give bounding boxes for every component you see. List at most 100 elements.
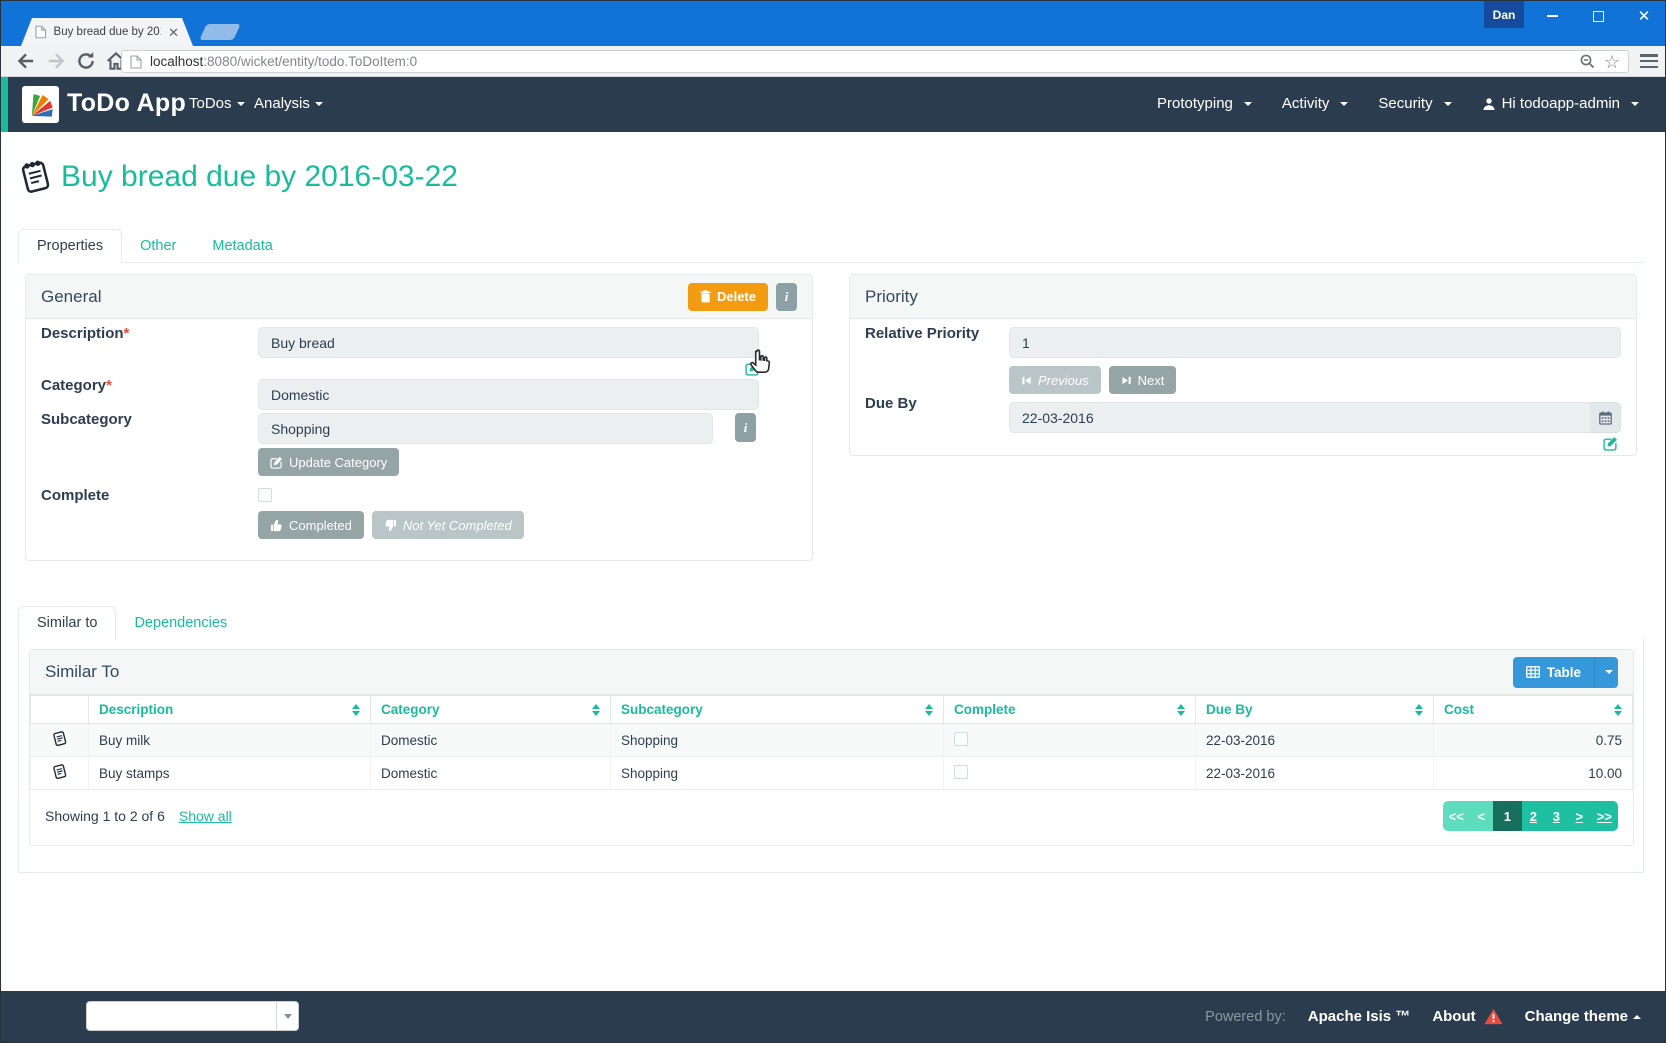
menu-user[interactable]: Hi todoapp-admin [1482,95,1639,112]
description-field[interactable]: Buy bread [258,327,759,358]
apache-isis-link[interactable]: Apache Isis ™ [1308,1008,1411,1025]
browser-menu-icon[interactable] [1640,54,1658,71]
browser-toolbar: localhost:8080/wicket/entity/todo.ToDoIt… [1,46,1665,77]
table-footer: Showing 1 to 2 of 6 Show all << < 1 2 3 … [30,801,1633,831]
menu-activity[interactable]: Activity [1282,95,1349,112]
column-due-by[interactable]: Due By [1196,696,1434,724]
row-complete-checkbox[interactable] [954,765,968,779]
window-minimize-button[interactable] [1535,1,1569,31]
tab-properties[interactable]: Properties [18,229,122,263]
fan-logo-icon [26,90,56,120]
back-icon[interactable] [15,50,37,72]
tab-title: Buy bread due by 2016-03-22 [54,26,162,38]
forward-icon[interactable] [45,50,67,72]
change-theme-link[interactable]: Change theme [1525,1008,1641,1025]
tab-similar-to[interactable]: Similar to [18,606,116,640]
complete-checkbox[interactable] [258,488,272,502]
page-first[interactable]: << [1443,801,1470,831]
page-3[interactable]: 3 [1545,801,1568,831]
category-field[interactable]: Domestic [258,379,759,410]
footer-select[interactable] [86,1001,299,1031]
row-complete-checkbox[interactable] [954,732,968,746]
page-last[interactable]: >> [1591,801,1618,831]
page-prev[interactable]: < [1470,801,1493,831]
url-bar[interactable]: localhost:8080/wicket/entity/todo.ToDoIt… [121,50,1629,73]
calendar-addon[interactable] [1591,402,1621,433]
menu-prototyping[interactable]: Prototyping [1157,95,1252,112]
tab-close-icon[interactable]: ✕ [168,26,179,39]
browser-tab[interactable]: Buy bread due by 2016-03-22 ✕ [21,18,193,46]
app-footer: Powered by: Apache Isis ™ About Change t… [1,991,1665,1042]
powered-by-label: Powered by: [1205,1009,1286,1025]
general-panel-header: General Delete i [26,275,812,319]
chevron-down-icon [1444,102,1452,106]
sort-icon[interactable] [1614,704,1622,716]
bookmark-star-icon[interactable]: ☆ [1604,53,1620,71]
menu-security[interactable]: Security [1378,95,1451,112]
table-view-button[interactable]: Table [1513,657,1618,688]
tab-metadata[interactable]: Metadata [194,230,290,262]
sort-icon[interactable] [1415,704,1423,716]
reload-icon[interactable] [75,50,97,72]
edit-icon [270,456,283,469]
window-close-button[interactable]: ✕ [1627,1,1661,31]
due-by-label: Due By [865,395,917,412]
todo-item-icon [19,159,51,195]
column-description[interactable]: Description [89,696,371,724]
navbar-accent-stripe [1,77,8,132]
similar-to-panel: Similar To Table Description Category [29,649,1634,846]
subcategory-more-button[interactable]: i [735,413,756,442]
due-by-field[interactable]: 22-03-2016 [1009,402,1591,433]
cell-due-by: 22-03-2016 [1196,724,1434,757]
column-subcategory[interactable]: Subcategory [611,696,944,724]
cell-subcategory: Shopping [611,757,944,790]
due-by-group: 22-03-2016 [1009,402,1621,433]
menu-analysis[interactable]: Analysis [254,95,323,112]
delete-button[interactable]: Delete [688,283,768,311]
about-link[interactable]: About [1432,1008,1502,1025]
subcategory-field[interactable]: Shopping [258,413,713,444]
warning-icon [1484,1008,1503,1025]
trash-icon [700,290,711,303]
sort-icon[interactable] [352,704,360,716]
tab-other[interactable]: Other [122,230,194,262]
app-brand[interactable]: ToDo App [67,89,186,118]
next-button[interactable]: Next [1109,366,1177,394]
table-view-dropdown[interactable] [1594,657,1618,688]
sort-icon[interactable] [592,704,600,716]
page-next[interactable]: > [1568,801,1591,831]
column-cost[interactable]: Cost [1434,696,1633,724]
page-1[interactable]: 1 [1493,801,1522,831]
previous-button[interactable]: Previous [1009,366,1101,394]
chevron-down-icon [315,102,323,106]
app-logo[interactable] [22,86,59,123]
sort-icon[interactable] [925,704,933,716]
select-dropdown-icon[interactable] [276,1002,298,1030]
table-row[interactable]: Buy milk Domestic Shopping 22-03-2016 0.… [31,724,1633,757]
menu-todos[interactable]: ToDos [189,95,245,112]
general-more-button[interactable]: i [776,283,797,311]
window-maximize-button[interactable] [1581,1,1615,31]
update-category-button[interactable]: Update Category [258,448,399,476]
relative-priority-field[interactable]: 1 [1009,327,1621,358]
cell-description[interactable]: Buy stamps [89,757,371,790]
cell-category: Domestic [371,757,611,790]
table-row[interactable]: Buy stamps Domestic Shopping 22-03-2016 … [31,757,1633,790]
browser-window: Buy bread due by 2016-03-22 ✕ Dan ✕ loca… [0,0,1666,1043]
new-tab-button[interactable] [199,24,240,40]
zoom-out-icon[interactable] [1579,53,1596,70]
browser-profile-badge[interactable]: Dan [1484,1,1524,28]
show-all-link[interactable]: Show all [179,808,232,824]
chevron-down-icon [1605,670,1613,674]
tab-dependencies[interactable]: Dependencies [116,607,245,639]
sort-icon[interactable] [1177,704,1185,716]
page-icon [130,55,142,69]
cell-description[interactable]: Buy milk [89,724,371,757]
not-yet-completed-button[interactable]: Not Yet Completed [372,511,524,539]
page-2[interactable]: 2 [1522,801,1545,831]
column-complete[interactable]: Complete [944,696,1196,724]
completed-button[interactable]: Completed [258,511,364,539]
column-category[interactable]: Category [371,696,611,724]
due-by-edit-icon[interactable] [1603,436,1618,456]
entity-title: Buy bread due by 2016-03-22 [19,159,458,195]
